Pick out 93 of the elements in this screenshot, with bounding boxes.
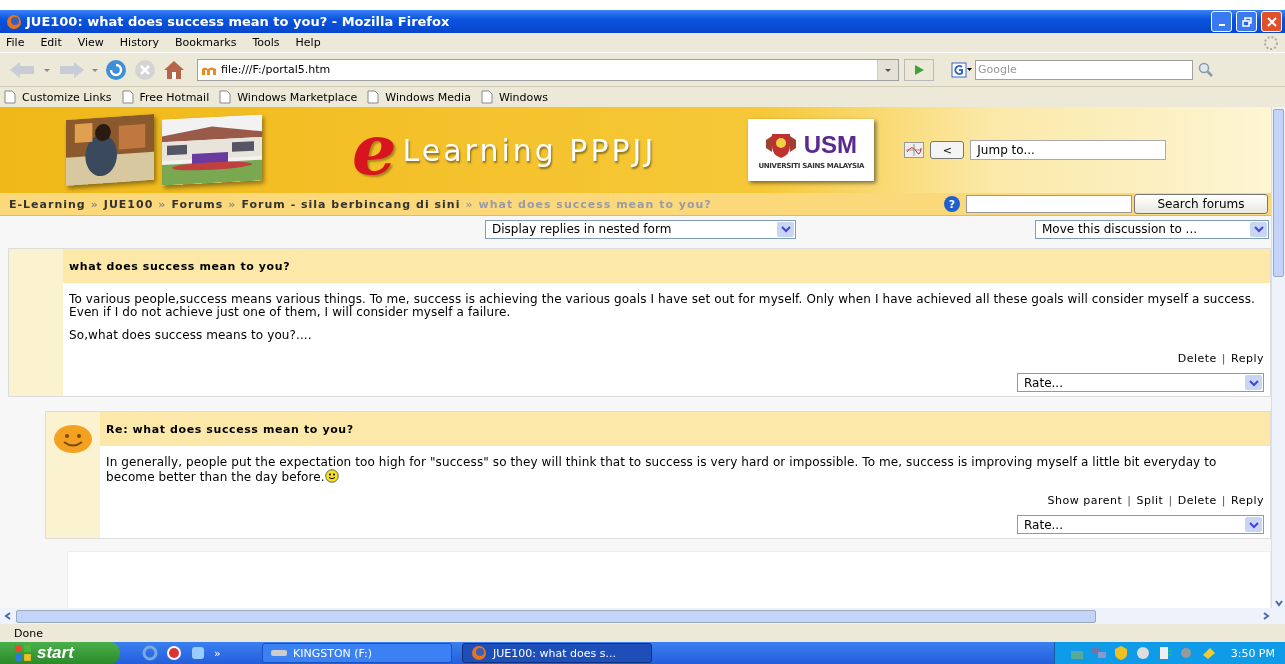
post-action-link[interactable]: Split — [1136, 494, 1164, 507]
tray-icon[interactable] — [1134, 645, 1151, 661]
restore-icon — [1241, 16, 1252, 27]
more-button[interactable]: » — [214, 646, 221, 660]
reload-icon[interactable] — [104, 57, 128, 82]
bookmark-link[interactable]: Free Hotmail — [121, 90, 210, 104]
post-action-link[interactable]: Reply — [1231, 352, 1264, 365]
breadcrumb-separator: » — [465, 197, 474, 211]
rate-select[interactable]: Rate... — [1017, 515, 1264, 534]
scroll-right-icon[interactable] — [1261, 611, 1271, 621]
post-action-link[interactable]: Show parent — [1047, 494, 1123, 507]
display-mode-select[interactable]: Display replies in nested form — [485, 219, 796, 239]
firefox-icon — [471, 645, 487, 661]
horizontal-scrollbar[interactable] — [0, 608, 1285, 624]
address-field[interactable]: file:///F:/portal5.htm — [197, 58, 899, 81]
separator: | — [1221, 494, 1227, 507]
menu-item[interactable]: Help — [295, 36, 321, 49]
page-icon — [480, 90, 493, 104]
clock: 3:50 PM — [1230, 646, 1275, 660]
stop-icon[interactable] — [133, 57, 157, 82]
bookmark-link[interactable]: Windows — [480, 90, 548, 104]
search-icon[interactable] — [1198, 61, 1214, 78]
separator: | — [1168, 494, 1173, 507]
separator: | — [1221, 352, 1227, 365]
menu-item[interactable]: Bookmarks — [175, 36, 237, 49]
bookmark-link[interactable]: Windows Media — [367, 90, 471, 104]
status-text: Done — [14, 626, 43, 640]
breadcrumb-separator: » — [90, 197, 99, 211]
scroll-down-icon[interactable] — [1273, 598, 1284, 608]
rate-select[interactable]: Rate... — [1017, 373, 1264, 392]
start-button[interactable]: start — [0, 642, 120, 664]
breadcrumb-link[interactable]: JUE100 — [103, 197, 154, 211]
page-icon — [367, 90, 380, 104]
shield-icon[interactable] — [1112, 645, 1129, 661]
breadcrumb-link[interactable]: Forum - sila berbincang di sini — [241, 197, 461, 211]
post-text: So,what does success means to you?.... — [69, 329, 313, 342]
bookmark-link[interactable]: Customize Links — [4, 90, 112, 104]
jump-to-select[interactable]: Jump to... — [970, 140, 1167, 160]
logo-text: USM — [803, 133, 857, 157]
move-discussion-select[interactable]: Move this discussion to ... — [1035, 219, 1269, 239]
windows-logo-icon — [14, 644, 32, 662]
post-action-link[interactable]: Delete — [1177, 494, 1217, 507]
breadcrumb-separator: » — [158, 197, 167, 211]
drive-icon — [271, 648, 287, 658]
help-icon[interactable]: ? — [944, 196, 960, 212]
smiley-icon — [53, 424, 93, 454]
post-subject: what does success mean to you? — [63, 249, 1270, 283]
breadcrumb-link[interactable]: Forums — [171, 197, 224, 211]
post-action-link[interactable]: Delete — [1177, 352, 1217, 365]
page-icon — [121, 90, 134, 104]
chevron-down-icon — [1248, 378, 1259, 387]
search-engine-icon[interactable] — [951, 61, 973, 78]
bookmark-link[interactable]: Windows Marketplace — [219, 90, 358, 104]
post-text: To various people,success means various things. To me, success is achieving the various goals I have set out for myself. Only when I have achieved all these goals will consider myself a success. Even if I do not achieve just one of them, I will consider myself a failure. — [69, 293, 1256, 319]
menu-item[interactable]: History — [119, 36, 159, 49]
breadcrumb-link[interactable]: E-Learning — [9, 197, 86, 211]
menu-item[interactable]: Edit — [40, 36, 62, 49]
search-forums-field[interactable] — [966, 195, 1132, 213]
go-button[interactable] — [904, 58, 934, 81]
site-title: Learning PPPJJ — [402, 132, 657, 168]
close-button[interactable] — [1261, 11, 1282, 32]
breadcrumb-separator: » — [228, 197, 237, 211]
chevron-down-icon — [1248, 520, 1259, 529]
throbber-icon — [1263, 34, 1279, 51]
chevron-down-icon — [780, 225, 791, 233]
previous-button[interactable]: < — [930, 141, 965, 159]
menu-item[interactable]: View — [77, 36, 104, 49]
taskbar-button[interactable]: JUE100: what does s... — [462, 643, 652, 663]
search-field[interactable]: Google — [975, 59, 1193, 80]
vertical-scrollbar[interactable] — [1271, 107, 1285, 608]
chevron-down-icon — [1253, 225, 1264, 233]
minimize-icon — [1218, 23, 1225, 26]
post-action-link[interactable]: Reply — [1231, 494, 1264, 507]
menu-item[interactable]: Tools — [252, 36, 280, 49]
menu-item[interactable]: File — [6, 36, 25, 49]
logo-letter: e — [352, 115, 397, 185]
chart-icon — [904, 142, 925, 158]
close-icon — [1266, 16, 1277, 27]
restore-button[interactable] — [1236, 11, 1257, 32]
taskbar-button[interactable]: KINGSTON (F:) — [262, 643, 452, 663]
breadcrumb-current: what does success mean to you? — [478, 197, 712, 211]
search-forums-button[interactable]: Search forums — [1134, 194, 1268, 214]
scroll-left-icon[interactable] — [3, 611, 13, 621]
separator: | — [1127, 494, 1132, 507]
play-icon — [913, 63, 925, 76]
page-icon — [4, 90, 16, 104]
minimize-button[interactable] — [1211, 11, 1232, 32]
post-text: In generally, people put the expectation too high for "success" so they will think that to success is very hard or impossible. To me, success is improving myself a little bit everyday to become better than the day before. — [106, 456, 1218, 484]
window-title: JUE100: what does success mean to you? - Mozilla Firefox — [26, 14, 450, 29]
firefox-icon — [6, 13, 22, 30]
post-subject: Re: what does success mean to you? — [100, 412, 1270, 446]
page-icon — [219, 90, 232, 104]
network-icon[interactable] — [1090, 645, 1107, 661]
